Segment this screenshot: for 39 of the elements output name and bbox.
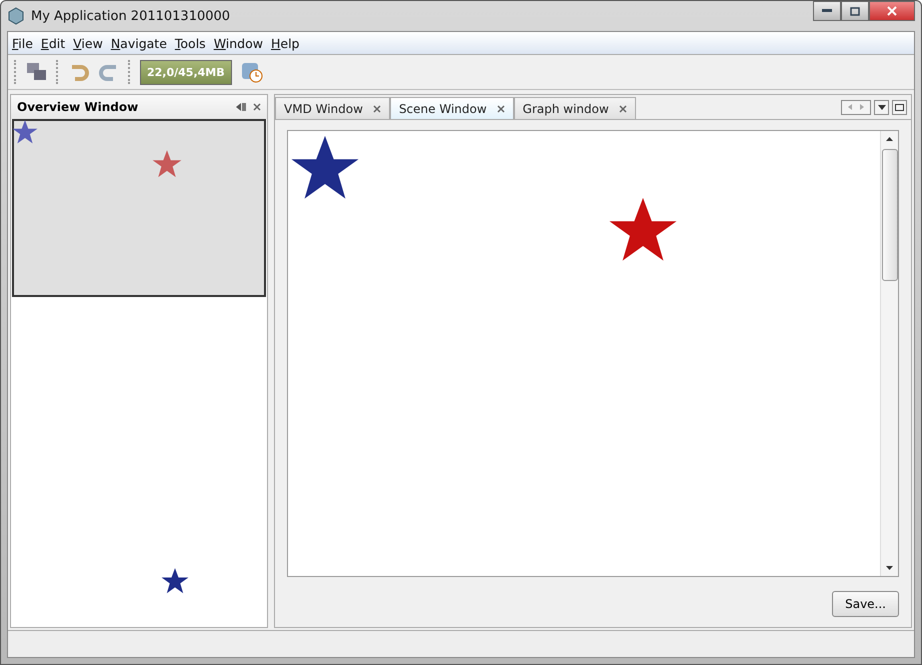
left-right-arrows-icon xyxy=(846,103,866,111)
star-shape xyxy=(161,567,189,595)
close-icon[interactable] xyxy=(618,104,627,112)
save-button[interactable]: Save... xyxy=(832,591,899,617)
overview-viewport[interactable] xyxy=(12,119,266,297)
minimize-panel-icon[interactable] xyxy=(236,102,247,112)
caret-icon xyxy=(878,104,886,110)
tab[interactable]: Graph window xyxy=(514,97,636,119)
window-title: My Application 201101310000 xyxy=(31,8,232,24)
down-arrow-icon[interactable] xyxy=(886,566,893,570)
menu-item[interactable]: File xyxy=(12,36,33,50)
menu-item[interactable]: Help xyxy=(270,36,300,50)
minimize-button[interactable] xyxy=(813,1,841,21)
menu-item[interactable]: View xyxy=(73,36,103,50)
windows-icon[interactable] xyxy=(26,61,48,83)
maximize-icon xyxy=(895,104,904,110)
dropdown-button[interactable] xyxy=(874,100,889,114)
close-icon[interactable] xyxy=(496,104,505,112)
scrollbar[interactable] xyxy=(880,131,898,576)
close-icon[interactable] xyxy=(253,103,261,111)
menu-item[interactable]: Window xyxy=(214,36,263,50)
menu-item[interactable]: Tools xyxy=(174,36,206,50)
close-icon[interactable] xyxy=(372,104,381,112)
cube-icon xyxy=(7,7,25,25)
minimize-icon xyxy=(822,9,832,13)
star-shape xyxy=(152,149,182,179)
menu-item[interactable]: Navigate xyxy=(110,36,167,50)
tab[interactable]: VMD Window xyxy=(275,97,390,119)
tab[interactable]: Scene Window xyxy=(390,97,514,119)
maximize-button[interactable] xyxy=(841,1,869,21)
menu-item[interactable]: Edit xyxy=(40,36,66,50)
gc-clock-icon[interactable] xyxy=(240,60,264,84)
star-shape xyxy=(12,119,38,145)
panel-title: Overview Window xyxy=(17,100,140,114)
close-button[interactable] xyxy=(869,1,915,21)
maximize-icon xyxy=(850,6,860,16)
close-icon xyxy=(887,6,897,16)
maximize-button[interactable] xyxy=(892,100,907,114)
up-arrow-icon[interactable] xyxy=(886,137,893,141)
